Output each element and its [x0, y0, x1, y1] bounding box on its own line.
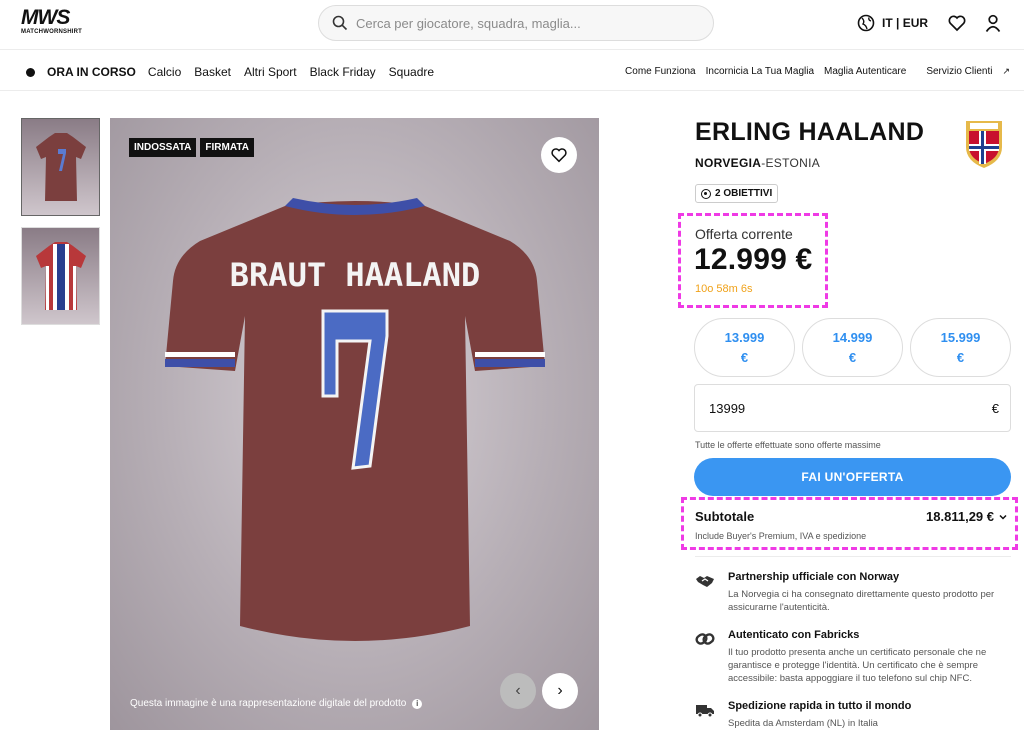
globe-icon: [857, 14, 875, 32]
jersey-back-thumbnail: [35, 133, 86, 201]
info-icon[interactable]: i: [412, 698, 423, 709]
quick-bid-button-1[interactable]: 13.999 €: [694, 318, 795, 377]
heart-icon: [551, 148, 567, 163]
feature-description: Spedita da Amsterdam (NL) in Italia: [728, 718, 878, 729]
nav-item-altri-sport[interactable]: Altri Sport: [244, 65, 297, 79]
jersey-illustration: BRAUT HAALAND: [165, 198, 545, 641]
search-input[interactable]: Cerca per giocatore, squadra, maglia...: [356, 16, 581, 31]
make-offer-button[interactable]: FAI UN'OFFERTA: [694, 458, 1011, 496]
main-nav: ORA IN CORSO Calcio Basket Altri Sport B…: [0, 51, 1024, 91]
live-dot-icon: [26, 67, 35, 77]
quick-bid-button-2[interactable]: 14.999 €: [802, 318, 903, 377]
logo-wordmark: MWS: [21, 6, 70, 29]
football-icon: [701, 188, 711, 199]
nav-item-squadre[interactable]: Squadre: [389, 65, 434, 79]
subtotal-toggle[interactable]: 18.811,29 €: [926, 509, 1008, 524]
locale-label: IT | EUR: [882, 16, 929, 30]
disclaimer-text: Questa immagine è una rappresentazione d…: [130, 698, 407, 709]
nav-link-servizio-clienti[interactable]: Servizio Clienti ↗: [916, 66, 1010, 77]
goals-badge-label: 2 OBIETTIVI: [715, 188, 773, 199]
quick-bid-currency: €: [740, 349, 749, 365]
subtotal-value: 18.811,29 €: [926, 509, 994, 524]
feature-title: Autenticato con Fabricks: [728, 629, 860, 641]
jersey-front-thumbnail: [35, 242, 86, 310]
goals-badge: 2 OBIETTIVI: [695, 184, 779, 203]
top-header: MWS MATCHWORNSHIRT Cerca per giocatore, …: [0, 0, 1024, 50]
favorite-button[interactable]: [541, 137, 577, 173]
quick-bid-amount: 14.999: [832, 329, 873, 345]
max-offer-note: Tutte le offerte effettuate sono offerte…: [695, 440, 881, 450]
norway-crest-icon: [966, 121, 1002, 168]
bid-currency: €: [991, 400, 999, 416]
nav-link-incornicia[interactable]: Incornicia La Tua Maglia: [706, 66, 814, 77]
nav-item-live[interactable]: ORA IN CORSO: [47, 65, 136, 79]
chevron-right-icon: ›: [557, 682, 563, 699]
product-title: ERLING HAALAND: [695, 118, 925, 146]
quick-bid-button-3[interactable]: 15.999 €: [910, 318, 1011, 377]
handshake-icon: [696, 576, 714, 587]
product-tags: INDOSSATA FIRMATA: [129, 138, 258, 157]
quick-bid-currency: €: [848, 349, 857, 365]
next-image-button[interactable]: ›: [542, 673, 578, 709]
current-offer-value: 12.999 €: [694, 243, 813, 276]
nav-link-servizio-clienti-label: Servizio Clienti: [926, 66, 993, 77]
logo-subtitle: MATCHWORNSHIRT: [21, 29, 83, 35]
chevron-left-icon: ‹: [515, 682, 521, 699]
nav-categories: ORA IN CORSO Calcio Basket Altri Sport B…: [26, 65, 447, 79]
thumbnail-back[interactable]: [21, 118, 100, 216]
image-disclaimer: Questa immagine è una rappresentazione d…: [130, 698, 423, 709]
external-link-icon: ↗: [1002, 66, 1010, 76]
user-icon[interactable]: [983, 13, 1003, 33]
chevron-down-icon: [999, 514, 1007, 520]
current-offer-label: Offerta corrente: [695, 226, 793, 242]
nav-link-maglia-autenticare[interactable]: Maglia Autenticare: [824, 66, 906, 77]
quick-bid-currency: €: [956, 349, 965, 365]
auction-timer: 10o 58m 6s: [695, 283, 753, 295]
subtotal-label: Subtotale: [695, 509, 755, 524]
team-away[interactable]: ESTONIA: [766, 156, 821, 170]
nav-item-basket[interactable]: Basket: [194, 65, 231, 79]
search-icon: [332, 15, 348, 31]
previous-image-button[interactable]: ‹: [500, 673, 536, 709]
search-bar[interactable]: Cerca per giocatore, squadra, maglia...: [318, 5, 714, 41]
truck-icon: [696, 705, 714, 718]
nav-item-calcio[interactable]: Calcio: [148, 65, 181, 79]
feature-description: Il tuo prodotto presenta anche un certif…: [728, 647, 987, 684]
heart-icon[interactable]: [947, 13, 967, 33]
tag-worn: INDOSSATA: [129, 138, 197, 157]
feature-title: Spedizione rapida in tutto il mondo: [728, 700, 912, 712]
feature-title: Partnership ufficiale con Norway: [728, 571, 900, 583]
nav-secondary: Come Funziona Incornicia La Tua Maglia M…: [615, 66, 1010, 77]
tag-signed: FIRMATA: [200, 138, 254, 157]
team-home[interactable]: NORVEGIA: [695, 156, 761, 170]
feature-description: La Norvegia ci ha consegnato direttament…: [728, 589, 995, 613]
jersey-name-text: BRAUT HAALAND: [230, 256, 480, 294]
nav-link-come-funziona[interactable]: Come Funziona: [625, 66, 696, 77]
chain-link-icon: [695, 633, 715, 645]
locale-selector[interactable]: IT | EUR: [857, 14, 928, 32]
bid-amount-value: 13999: [709, 400, 746, 416]
product-image[interactable]: INDOSSATA FIRMATA BRAUT HAALAND Questa i…: [110, 118, 599, 730]
match-teams: NORVEGIA-ESTONIA: [695, 156, 820, 170]
quick-bid-amount: 13.999: [724, 329, 765, 345]
divider: [695, 556, 1011, 557]
quick-bid-amount: 15.999: [940, 329, 981, 345]
bid-amount-input[interactable]: 13999 €: [694, 384, 1011, 432]
nav-item-black-friday[interactable]: Black Friday: [310, 65, 376, 79]
site-logo[interactable]: MWS MATCHWORNSHIRT: [21, 6, 89, 35]
subtotal-note: Include Buyer's Premium, IVA e spedizion…: [695, 531, 867, 541]
thumbnail-front[interactable]: [21, 227, 100, 325]
